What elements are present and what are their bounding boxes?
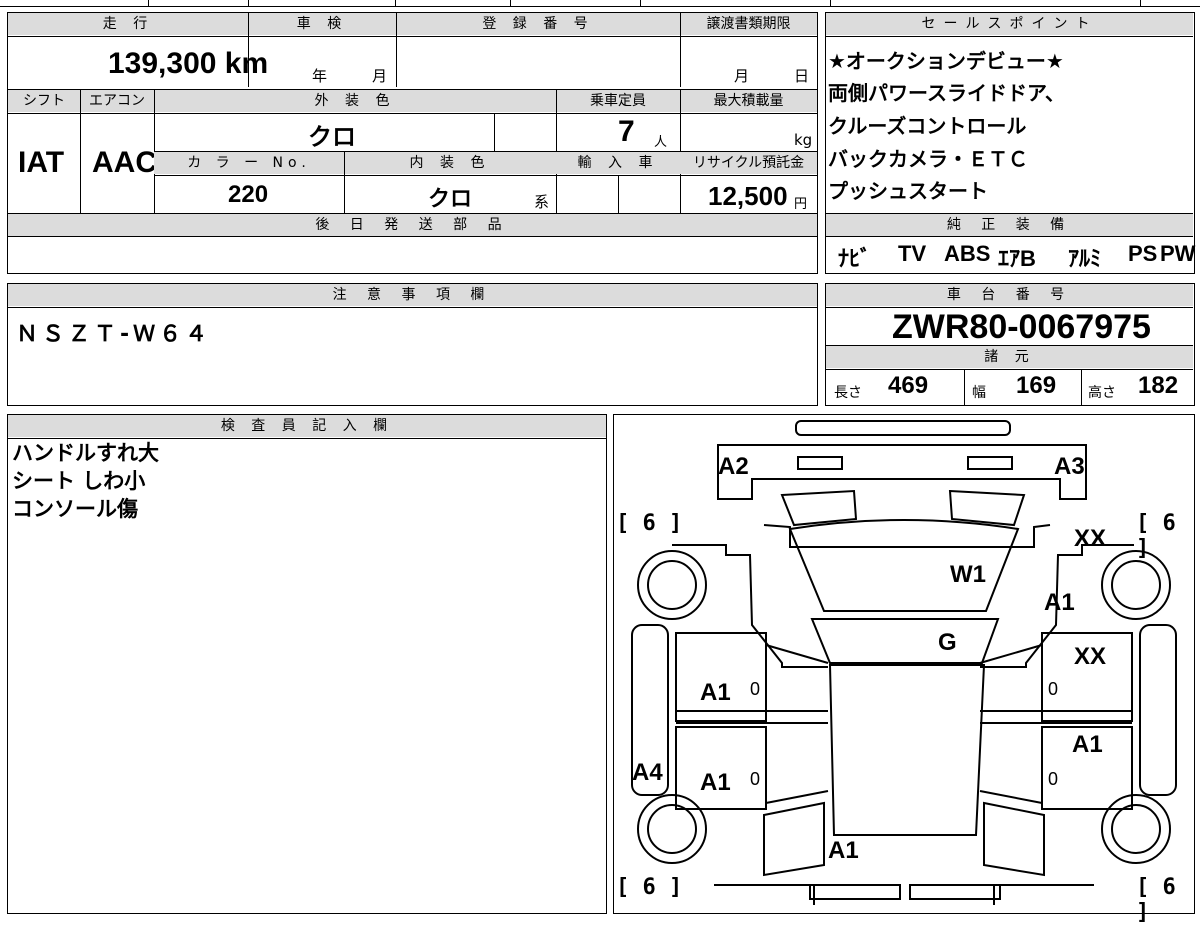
- max-load-unit: kg: [794, 131, 813, 149]
- mark-windshield: W1: [950, 561, 986, 588]
- deadline-day-unit: 日: [794, 67, 810, 85]
- equipment-item: PW: [1160, 241, 1196, 266]
- chassis-header: 車 台 番 号: [826, 284, 1193, 306]
- color-no-header: カ ラ ー No.: [154, 152, 344, 174]
- mark-right-pillar: A1: [1044, 589, 1075, 616]
- transfer-deadline-header: 譲渡書類期限: [680, 13, 817, 35]
- recycle-fee-unit: 円: [794, 197, 808, 212]
- import-header: 輸 入 車: [556, 152, 680, 174]
- inspector-line: コンソール傷: [12, 497, 138, 521]
- chassis-box: 車 台 番 号 ZWR80-0067975 諸 元 長さ 469 幅 169 高…: [825, 283, 1195, 406]
- spec-header: 諸 元: [826, 346, 1193, 368]
- exterior-color-header: 外 装 色: [154, 90, 556, 112]
- tire-mark-front-right: [ 6 ]: [1136, 511, 1176, 561]
- notes-header: 注 意 事 項 欄: [8, 284, 817, 306]
- sales-points-header: セールスポイント: [826, 13, 1193, 35]
- zero-marker: 0: [1048, 769, 1059, 789]
- capacity-unit: 人: [654, 135, 668, 150]
- tire-mark-rear-left: [ 6 ]: [616, 875, 683, 900]
- car-outline-drawing: [631, 420, 1177, 905]
- sales-point-line: バックカメラ・ＥＴＣ: [828, 147, 1028, 171]
- mark-right-rear-door: A1: [1072, 731, 1103, 758]
- mark-left-front-door: A1: [700, 679, 731, 706]
- notes-box: 注 意 事 項 欄 ＮＳＺＴ-Ｗ６４: [7, 283, 818, 406]
- aircon-value: AAC: [92, 146, 157, 179]
- equipment-item: ABS: [944, 241, 991, 266]
- recycle-fee-header: リサイクル預託金: [680, 152, 817, 174]
- notes-value: ＮＳＺＴ-Ｗ６４: [16, 322, 212, 347]
- max-load-header: 最大積載量: [680, 90, 817, 112]
- length-value: 469: [888, 372, 929, 399]
- interior-color-value: クロ: [428, 186, 473, 211]
- vehicle-diagram: [ 6 ] [ 6 ] [ 6 ] [ 6 ] A2 A3 XX W1 A1 G…: [613, 414, 1195, 925]
- inspection-year-unit: 年: [312, 67, 328, 85]
- width-label: 幅: [972, 385, 986, 401]
- mark-right-front-door: XX: [1074, 643, 1107, 670]
- height-value: 182: [1138, 372, 1179, 399]
- inspector-line: ハンドルすれ大: [12, 441, 159, 465]
- registration-header: 登 録 番 号: [396, 13, 680, 35]
- genuine-equipment-header: 純 正 装 備: [826, 214, 1193, 236]
- later-parts-header: 後 日 発 送 部 品: [8, 214, 817, 236]
- mark-left-rear-door: A1: [700, 769, 731, 796]
- capacity-header: 乗車定員: [556, 90, 680, 112]
- interior-color-header: 内 装 色: [344, 152, 556, 174]
- mark-left-sill: A4: [632, 759, 663, 786]
- height-label: 高さ: [1088, 385, 1116, 401]
- exterior-color-value: クロ: [308, 124, 356, 151]
- shift-value: IAT: [18, 146, 65, 179]
- equipment-item: ｱﾙﾐ: [1068, 246, 1102, 271]
- equipment-item: PS: [1128, 241, 1158, 266]
- equipment-item: ｴｱB: [998, 246, 1036, 271]
- mark-roof: G: [938, 629, 957, 656]
- mark-rear-hatch: A1: [828, 837, 859, 864]
- mark-front-grille-left: A2: [718, 453, 749, 480]
- width-value: 169: [1016, 372, 1057, 399]
- mark-front-grille-right: A3: [1054, 453, 1085, 480]
- aircon-header: エアコン: [80, 90, 154, 112]
- tire-mark-rear-right: [ 6 ]: [1136, 875, 1176, 925]
- top-cutoff-row: [0, 0, 1200, 8]
- zero-marker: 0: [750, 679, 761, 699]
- chassis-number: ZWR80-0067975: [892, 308, 1151, 346]
- deadline-month-unit: 月: [734, 67, 750, 85]
- inspector-header: 検 査 員 記 入 欄: [8, 415, 606, 437]
- sales-points-box: セールスポイント ★オークションデビュー★ 両側パワースライドドア、 クルーズコ…: [825, 12, 1195, 274]
- sales-point-line: プッシュスタート: [828, 179, 988, 203]
- sales-point-line: ★オークションデビュー★: [828, 49, 1064, 73]
- zero-marker: 0: [750, 769, 761, 789]
- equipment-item: TV: [898, 241, 927, 266]
- mileage-value: 139,300 km: [108, 47, 269, 80]
- equipment-item: ﾅﾋﾞ: [838, 246, 872, 271]
- interior-color-unit: 系: [534, 193, 550, 211]
- sales-point-line: クルーズコントロール: [828, 114, 1027, 138]
- capacity-value: 7: [618, 115, 635, 148]
- inspector-line: シート しわ小: [12, 469, 146, 493]
- color-no-value: 220: [228, 181, 269, 208]
- sales-point-line: 両側パワースライドドア、: [828, 81, 1065, 105]
- zero-marker: 0: [1048, 679, 1059, 699]
- inspector-box: 検 査 員 記 入 欄 ハンドルすれ大 シート しわ小 コンソール傷: [7, 414, 607, 914]
- shift-header: シフト: [8, 90, 80, 112]
- inspection-header: 車 検: [248, 13, 396, 35]
- mark-front-fender-right: XX: [1074, 525, 1107, 552]
- tire-mark-front-left: [ 6 ]: [616, 511, 683, 536]
- mileage-header: 走 行: [8, 13, 248, 35]
- inspection-month-unit: 月: [372, 67, 388, 85]
- length-label: 長さ: [834, 385, 862, 401]
- vehicle-info-table: 走 行 車 検 登 録 番 号 譲渡書類期限 139,300 km 年 月 月 …: [7, 12, 818, 274]
- recycle-fee-value: 12,500: [708, 181, 788, 211]
